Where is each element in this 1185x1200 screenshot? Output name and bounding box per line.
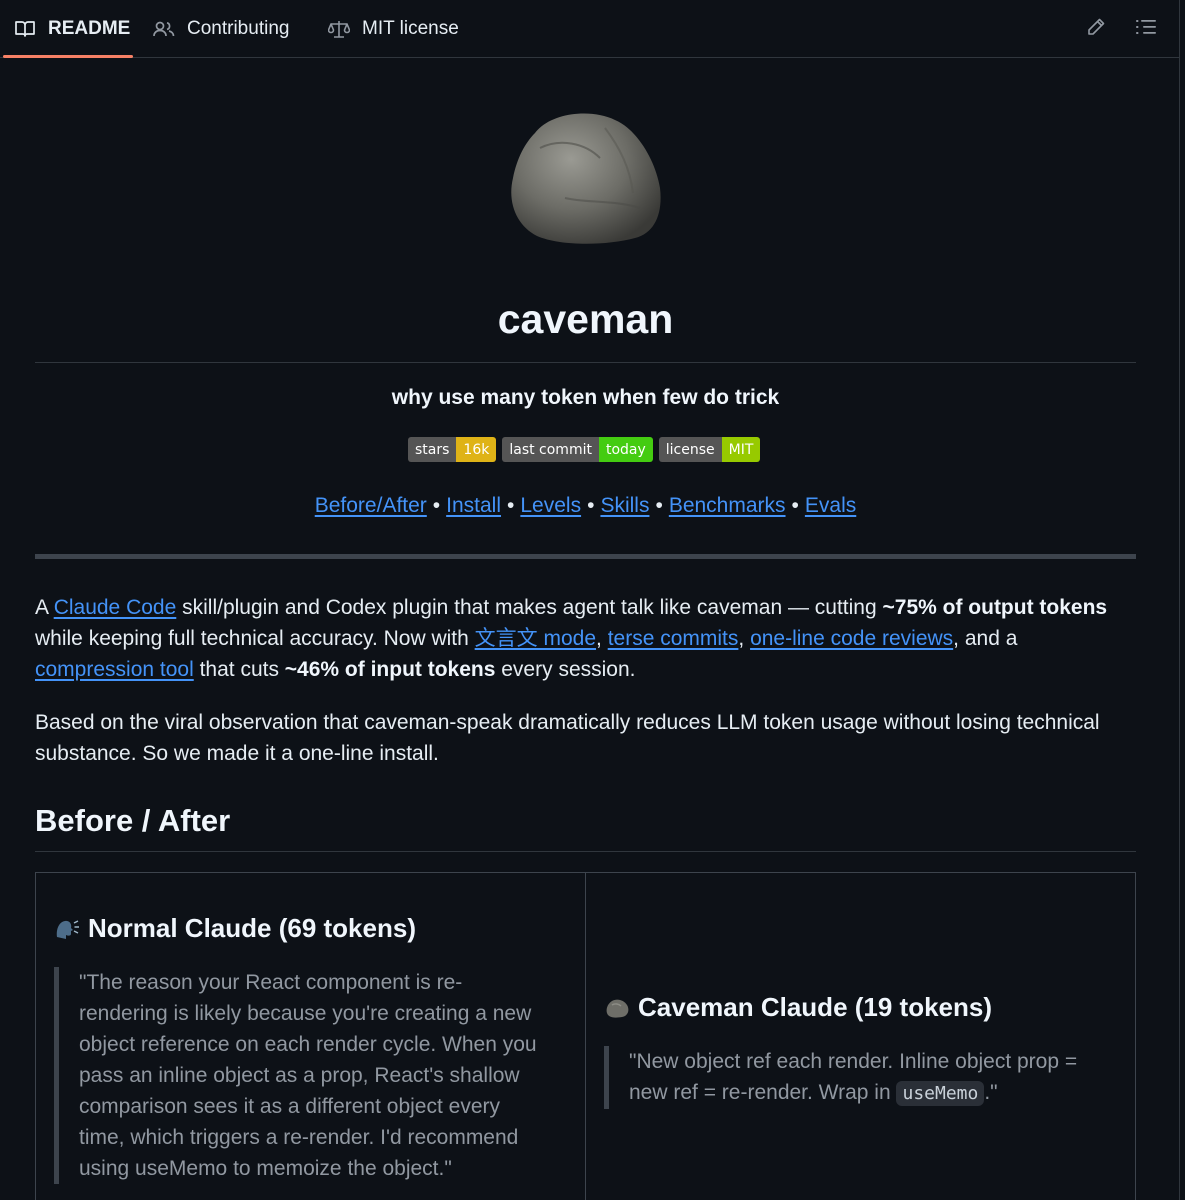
- tab-label: README: [48, 18, 131, 39]
- tab-readme[interactable]: README: [14, 0, 130, 58]
- nav-link-install[interactable]: Install: [446, 494, 501, 517]
- inline-code: useMemo: [896, 1081, 985, 1106]
- wenyan-mode-link[interactable]: 文言文 mode: [475, 627, 596, 650]
- code-reviews-link[interactable]: one-line code reviews: [750, 627, 953, 650]
- nav-link-before-after[interactable]: Before/After: [315, 494, 427, 517]
- project-title: caveman: [497, 296, 674, 342]
- heading-divider: [35, 851, 1136, 852]
- license-badge[interactable]: license MIT: [658, 437, 761, 462]
- people-icon: [153, 18, 175, 40]
- section-nav: Before/After • Install • Levels • Skills • Bench…: [314, 494, 857, 517]
- pencil-icon: [1086, 17, 1106, 42]
- readme-panel: README Contributing MIT license caveman …: [0, 0, 1180, 1200]
- caveman-rock-logo: [505, 108, 665, 248]
- observation-paragraph: Based on the viral observation that cave…: [35, 711, 1100, 765]
- rock-icon: [604, 997, 630, 1019]
- intro-paragraph: A Claude Code skill/plugin and Codex plu…: [35, 596, 1108, 681]
- tagline: why use many token when few do trick: [391, 386, 780, 409]
- comparison-table: Normal Claude (69 tokens) "The reason yo…: [35, 872, 1136, 1200]
- title-divider: [35, 362, 1136, 363]
- tab-label: MIT license: [362, 18, 459, 39]
- tab-label: Contributing: [187, 18, 290, 39]
- section-divider: [35, 554, 1136, 559]
- nav-link-evals[interactable]: Evals: [805, 494, 856, 517]
- tab-contributing[interactable]: Contributing: [153, 0, 289, 58]
- normal-claude-cell: Normal Claude (69 tokens) "The reason yo…: [36, 873, 586, 1200]
- law-icon: [328, 18, 350, 40]
- active-tab-indicator: [3, 55, 133, 58]
- caveman-claude-cell: Caveman Claude (19 tokens) "New object r…: [586, 873, 1136, 1200]
- caveman-claude-quote: "New object ref each render. Inline obje…: [604, 1046, 1114, 1109]
- stars-badge[interactable]: stars 16k: [408, 437, 497, 462]
- last-commit-badge[interactable]: last commit today: [502, 437, 653, 462]
- list-icon: [1136, 18, 1156, 41]
- readme-tabbar: README Contributing MIT license: [0, 0, 1180, 58]
- nav-link-benchmarks[interactable]: Benchmarks: [669, 494, 786, 517]
- nav-link-levels[interactable]: Levels: [520, 494, 581, 517]
- normal-claude-heading: Normal Claude (69 tokens): [54, 913, 416, 944]
- badge-row: stars 16k last commit today license MIT: [408, 437, 761, 462]
- book-icon: [14, 18, 36, 40]
- before-after-heading: Before / After: [35, 803, 231, 838]
- terse-commits-link[interactable]: terse commits: [608, 627, 739, 650]
- outline-button[interactable]: [1129, 12, 1163, 46]
- claude-code-link[interactable]: Claude Code: [54, 596, 177, 619]
- compression-tool-link[interactable]: compression tool: [35, 658, 194, 681]
- speaking-head-icon: [54, 917, 80, 941]
- nav-link-skills[interactable]: Skills: [600, 494, 649, 517]
- normal-claude-quote: "The reason your React component is re- …: [54, 967, 564, 1184]
- caveman-claude-heading: Caveman Claude (19 tokens): [604, 992, 992, 1023]
- tab-license[interactable]: MIT license: [328, 0, 459, 58]
- edit-button[interactable]: [1079, 12, 1113, 46]
